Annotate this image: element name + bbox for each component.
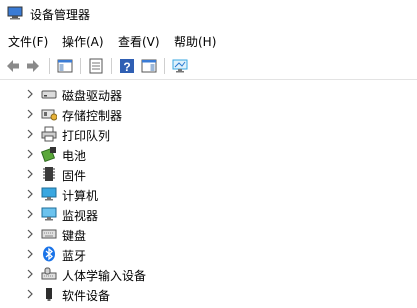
tree-item-label: 人体学输入设备 xyxy=(62,269,147,283)
toolbar-separator xyxy=(80,58,81,74)
tree-item-batteries[interactable]: 电池 xyxy=(0,144,417,164)
chevron-right-icon[interactable] xyxy=(26,109,34,119)
action-pane-icon[interactable] xyxy=(140,57,158,75)
title-bar: 设备管理器 xyxy=(0,0,417,28)
computer-icon xyxy=(41,187,57,201)
firmware-icon xyxy=(43,167,55,181)
chevron-right-icon[interactable] xyxy=(26,229,34,239)
keyboard-icon xyxy=(41,229,57,239)
chevron-right-icon[interactable] xyxy=(26,269,34,279)
chevron-right-icon[interactable] xyxy=(26,209,34,219)
tree-item-hid[interactable]: 人体学输入设备 xyxy=(0,264,417,284)
bluetooth-icon xyxy=(43,246,55,262)
tree-item-label: 存储控制器 xyxy=(62,109,123,123)
tree-item-label: 键盘 xyxy=(62,229,87,243)
window-title: 设备管理器 xyxy=(30,8,91,22)
chevron-right-icon[interactable] xyxy=(26,89,34,99)
tree-item-disk-drives[interactable]: 磁盘驱动器 xyxy=(0,84,417,104)
chevron-right-icon[interactable] xyxy=(26,169,34,179)
tree-item-software-devices[interactable]: 软件设备 xyxy=(0,284,417,304)
show-hide-console-tree-icon[interactable] xyxy=(56,57,74,75)
tree-item-print-queues[interactable]: 打印队列 xyxy=(0,124,417,144)
tree-item-bluetooth[interactable]: 蓝牙 xyxy=(0,244,417,264)
tree-item-label: 打印队列 xyxy=(62,129,111,143)
tree-item-keyboards[interactable]: 键盘 xyxy=(0,224,417,244)
back-icon[interactable] xyxy=(4,57,22,75)
toolbar-separator xyxy=(111,58,112,74)
tree-item-label: 固件 xyxy=(62,169,87,183)
menu-view[interactable]: 查看(V) xyxy=(118,33,160,50)
properties-icon[interactable] xyxy=(87,57,105,75)
menu-action[interactable]: 操作(A) xyxy=(62,33,104,50)
software-device-icon xyxy=(46,288,52,301)
chevron-right-icon[interactable] xyxy=(26,189,34,199)
tree-item-label: 计算机 xyxy=(62,189,99,203)
chevron-right-icon[interactable] xyxy=(26,149,34,159)
storage-controller-icon xyxy=(41,109,57,121)
svg-text:?: ? xyxy=(123,60,130,74)
battery-icon xyxy=(41,147,56,162)
tree-item-storage-controllers[interactable]: 存储控制器 xyxy=(0,104,417,124)
toolbar: ? xyxy=(0,53,417,80)
menu-help[interactable]: 帮助(H) xyxy=(174,33,216,50)
forward-icon[interactable] xyxy=(24,57,42,75)
toolbar-separator xyxy=(49,58,50,74)
chevron-right-icon[interactable] xyxy=(26,129,34,139)
printer-icon xyxy=(41,126,57,142)
chevron-right-icon[interactable] xyxy=(26,249,34,259)
monitor-icon xyxy=(41,207,57,221)
hid-icon xyxy=(41,267,57,280)
tree-item-label: 软件设备 xyxy=(62,289,111,303)
tree-item-computer[interactable]: 计算机 xyxy=(0,184,417,204)
menu-bar: 文件(F) 操作(A) 查看(V) 帮助(H) xyxy=(0,30,417,52)
device-manager-icon xyxy=(7,6,23,20)
tree-item-label: 电池 xyxy=(62,149,87,163)
menu-file[interactable]: 文件(F) xyxy=(8,33,48,50)
chevron-right-icon[interactable] xyxy=(26,289,34,299)
tree-item-label: 磁盘驱动器 xyxy=(62,89,123,103)
tree-item-label: 监视器 xyxy=(62,209,99,223)
help-icon[interactable]: ? xyxy=(118,57,136,75)
tree-item-firmware[interactable]: 固件 xyxy=(0,164,417,184)
disk-drive-icon xyxy=(41,90,57,99)
tree-item-monitors[interactable]: 监视器 xyxy=(0,204,417,224)
toolbar-separator xyxy=(164,58,165,74)
tree-item-label: 蓝牙 xyxy=(62,249,87,263)
monitor-icon[interactable] xyxy=(171,57,189,75)
